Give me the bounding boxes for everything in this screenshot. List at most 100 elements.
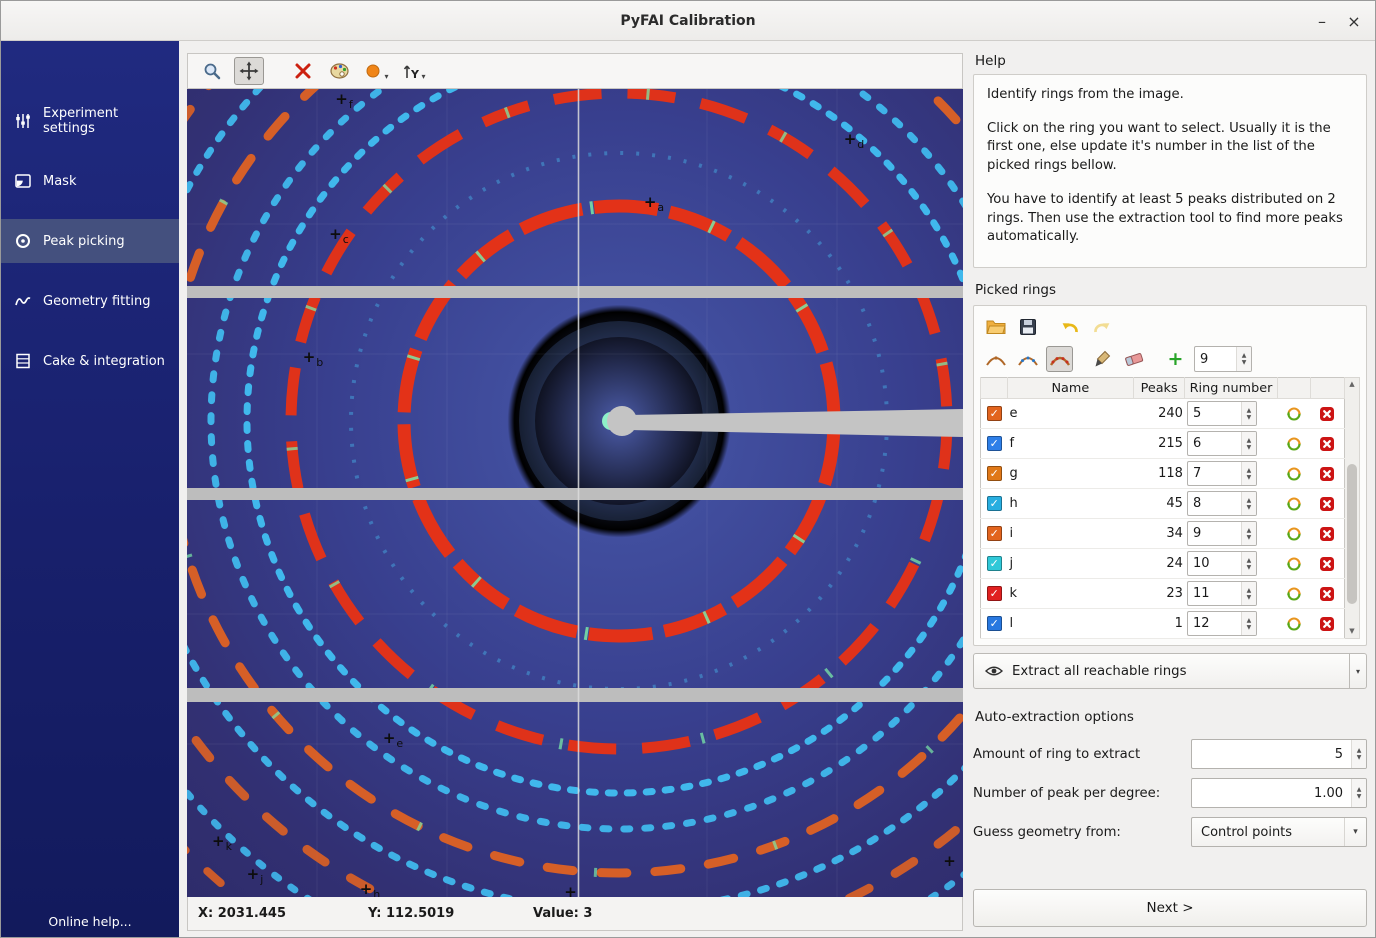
- sidebar-item-peak-picking[interactable]: Peak picking: [1, 219, 179, 263]
- scroll-up-icon[interactable]: ▲: [1345, 378, 1359, 391]
- ring-visibility-checkbox[interactable]: ✓: [987, 436, 1002, 451]
- remove-ring-icon[interactable]: [1313, 556, 1342, 572]
- redo-button[interactable]: [1088, 314, 1115, 340]
- ring-visibility-checkbox[interactable]: ✓: [987, 526, 1002, 541]
- sidebar-item-experiment-settings[interactable]: Experiment settings: [1, 99, 179, 143]
- ring-visibility-checkbox[interactable]: ✓: [987, 406, 1002, 421]
- online-help-link[interactable]: Online help...: [1, 914, 179, 929]
- header-peaks[interactable]: Peaks: [1133, 378, 1185, 399]
- spinner-arrows[interactable]: ▲▼: [1241, 582, 1256, 605]
- next-button[interactable]: Next >: [973, 889, 1367, 927]
- ring-visibility-checkbox[interactable]: ✓: [987, 586, 1002, 601]
- spinner-arrows[interactable]: ▲▼: [1351, 740, 1366, 768]
- header-ring-number[interactable]: Ring number: [1185, 378, 1277, 399]
- spinner-arrows[interactable]: ▲▼: [1241, 492, 1256, 515]
- spin-up-icon: ▲: [1247, 407, 1252, 414]
- recompute-ring-icon[interactable]: [1279, 586, 1309, 602]
- svg-text:Y: Y: [410, 68, 420, 80]
- spinner-arrows[interactable]: ▲▼: [1241, 612, 1256, 635]
- spin-down-icon: ▼: [1242, 359, 1247, 366]
- close-button[interactable]: ×: [1337, 1, 1371, 41]
- y-axis-orientation-tool-button[interactable]: Y ▾: [399, 57, 429, 85]
- table-scrollbar[interactable]: ▲ ▼: [1345, 377, 1360, 639]
- ring-number-spinbox[interactable]: 11▲▼: [1187, 581, 1257, 606]
- ring-peaks: 34: [1133, 519, 1185, 549]
- clear-mask-tool-button[interactable]: [288, 57, 318, 85]
- ring-number-spinbox[interactable]: 9▲▼: [1187, 521, 1257, 546]
- spinner-arrows[interactable]: ▲▼: [1351, 779, 1366, 807]
- ring-number-spinbox[interactable]: 10▲▼: [1187, 551, 1257, 576]
- spinner-arrows[interactable]: ▲▼: [1241, 432, 1256, 455]
- recompute-ring-icon[interactable]: [1279, 616, 1309, 632]
- ring-number-spinbox[interactable]: 8▲▼: [1187, 491, 1257, 516]
- recompute-ring-icon[interactable]: [1279, 406, 1309, 422]
- ring-visibility-checkbox[interactable]: ✓: [987, 556, 1002, 571]
- recompute-ring-icon[interactable]: [1279, 496, 1309, 512]
- marker-style-tool-button[interactable]: ▾: [362, 57, 392, 85]
- remove-ring-icon[interactable]: [1313, 526, 1342, 542]
- ring-number-spinbox[interactable]: 12▲▼: [1187, 611, 1257, 636]
- table-row[interactable]: ✓ i 34 9▲▼: [981, 519, 1345, 549]
- zoom-tool-button[interactable]: [197, 57, 227, 85]
- recompute-ring-icon[interactable]: [1279, 556, 1309, 572]
- spinner-arrows[interactable]: ▲▼: [1241, 522, 1256, 545]
- open-rings-button[interactable]: [982, 314, 1009, 340]
- remove-ring-icon[interactable]: [1313, 616, 1342, 632]
- sidebar-item-label: Experiment settings: [43, 106, 166, 136]
- ring-visibility-checkbox[interactable]: ✓: [987, 466, 1002, 481]
- guess-geometry-dropdown[interactable]: Control points ▾: [1191, 817, 1367, 847]
- diffraction-canvas[interactable]: +f+d+a+c+b+e+k+j+h++: [187, 89, 963, 897]
- guess-geometry-label: Guess geometry from:: [973, 825, 1191, 840]
- remove-ring-icon[interactable]: [1313, 466, 1342, 482]
- colormap-tool-button[interactable]: [325, 57, 355, 85]
- table-row[interactable]: ✓ e 240 5▲▼: [981, 399, 1345, 429]
- amount-of-rings-spinbox[interactable]: 5 ▲▼: [1191, 739, 1367, 769]
- scrollbar-thumb[interactable]: [1347, 464, 1357, 604]
- header-name[interactable]: Name: [1007, 378, 1133, 399]
- recompute-ring-icon[interactable]: [1279, 526, 1309, 542]
- ring-number-spinbox[interactable]: 5▲▼: [1187, 401, 1257, 426]
- scroll-down-icon[interactable]: ▼: [1345, 625, 1359, 638]
- recompute-ring-icon[interactable]: [1279, 436, 1309, 452]
- table-row[interactable]: ✓ f 215 6▲▼: [981, 429, 1345, 459]
- extract-dropdown-button[interactable]: ▾: [1350, 653, 1367, 689]
- ring-visibility-checkbox[interactable]: ✓: [987, 616, 1002, 631]
- spinner-arrows[interactable]: ▲▼: [1241, 552, 1256, 575]
- table-row[interactable]: ✓ k 23 11▲▼: [981, 579, 1345, 609]
- remove-ring-icon[interactable]: [1313, 496, 1342, 512]
- spinner-arrows[interactable]: ▲▼: [1241, 402, 1256, 425]
- ring-number-spinbox[interactable]: 6▲▼: [1187, 431, 1257, 456]
- eraser-tool-button[interactable]: [1120, 346, 1147, 372]
- spinner-arrows[interactable]: ▲▼: [1241, 462, 1256, 485]
- add-ring-button[interactable]: +: [1162, 346, 1189, 372]
- scrollbar-track[interactable]: [1345, 391, 1359, 625]
- spinner-arrows[interactable]: ▲ ▼: [1236, 347, 1251, 371]
- redo-arrow-icon: [1092, 318, 1112, 336]
- brush-tool-button[interactable]: [1088, 346, 1115, 372]
- remove-ring-icon[interactable]: [1313, 436, 1342, 452]
- undo-button[interactable]: [1056, 314, 1083, 340]
- table-row[interactable]: ✓ j 24 10▲▼: [981, 549, 1345, 579]
- pick-ring-tool-button[interactable]: [1046, 346, 1073, 372]
- remove-ring-icon[interactable]: [1313, 406, 1342, 422]
- pan-tool-button[interactable]: [234, 57, 264, 85]
- remove-ring-icon[interactable]: [1313, 586, 1342, 602]
- pick-peak-tool-button[interactable]: [982, 346, 1009, 372]
- sidebar-item-mask[interactable]: Mask: [1, 159, 179, 203]
- table-row[interactable]: ✓ g 118 7▲▼: [981, 459, 1345, 489]
- sidebar-item-geometry-fitting[interactable]: Geometry fitting: [1, 279, 179, 323]
- sidebar-item-cake-integration[interactable]: Cake & integration: [1, 339, 179, 383]
- arc-points-icon: [1017, 350, 1039, 368]
- spin-up-icon: ▲: [1247, 467, 1252, 474]
- recompute-ring-icon[interactable]: [1279, 466, 1309, 482]
- table-row[interactable]: ✓ l 1 12▲▼: [981, 609, 1345, 639]
- ring-number-spinbox[interactable]: 7▲▼: [1187, 461, 1257, 486]
- peaks-per-degree-spinbox[interactable]: 1.00 ▲▼: [1191, 778, 1367, 808]
- extract-rings-button[interactable]: Extract all reachable rings: [973, 653, 1350, 689]
- ring-visibility-checkbox[interactable]: ✓: [987, 496, 1002, 511]
- pick-arc-tool-button[interactable]: [1014, 346, 1041, 372]
- minimize-button[interactable]: –: [1305, 1, 1339, 41]
- table-row[interactable]: ✓ h 45 8▲▼: [981, 489, 1345, 519]
- ring-number-selector[interactable]: 9 ▲ ▼: [1194, 346, 1252, 372]
- save-rings-button[interactable]: [1014, 314, 1041, 340]
